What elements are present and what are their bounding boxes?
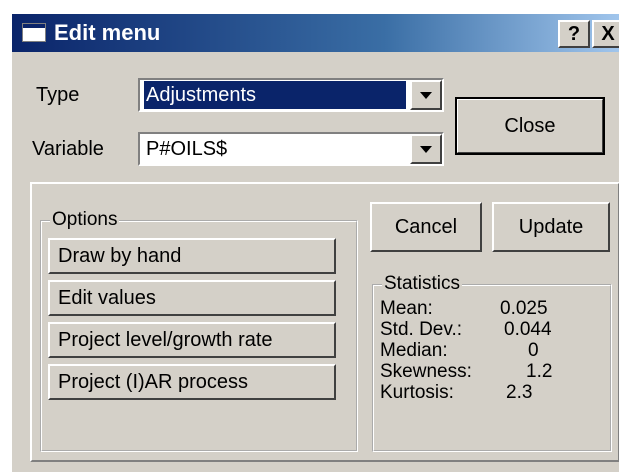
type-dropdown-value: Adjustments [144,81,406,109]
mean-label: Mean: [380,298,433,319]
project-level-growth-rate-button[interactable]: Project level/growth rate [48,322,336,358]
statistics-group: Statistics Mean: 0.025 Std. Dev.: 0.044 … [372,273,612,452]
type-dropdown[interactable]: Adjustments [138,78,444,112]
options-legend: Options [50,209,120,231]
variable-dropdown-value: P#OILS$ [146,138,228,160]
skewness-label: Skewness: [380,361,472,382]
statistics-legend: Statistics [382,273,463,295]
median-label: Median: [380,340,448,361]
cancel-button[interactable]: Cancel [370,202,482,252]
edit-values-button[interactable]: Edit values [48,280,336,316]
project-iar-process-button[interactable]: Project (I)AR process [48,364,336,400]
edit-menu-dialog: Edit menu ? X Type Adjustments Variable … [10,12,619,472]
median-value: 0 [528,340,539,361]
help-button[interactable]: ? [558,20,590,48]
mean-value: 0.025 [500,298,548,319]
variable-label: Variable [32,138,104,160]
window-title: Edit menu [54,20,161,45]
std-dev-value: 0.044 [504,319,552,340]
draw-by-hand-button[interactable]: Draw by hand [48,238,336,274]
options-group: Options Draw by hand Edit values Project… [40,209,358,452]
close-window-button[interactable]: X [592,20,619,48]
update-button[interactable]: Update [492,202,610,252]
skewness-value: 1.2 [526,361,553,382]
std-dev-label: Std. Dev.: [380,319,463,340]
window-icon [22,23,46,42]
close-button[interactable]: Close [455,97,605,155]
kurtosis-value: 2.3 [506,382,533,403]
variable-dropdown[interactable]: P#OILS$ [138,132,444,166]
title-bar[interactable]: Edit menu ? X [12,14,619,52]
options-panel: Options Draw by hand Edit values Project… [30,182,619,462]
chevron-down-icon[interactable] [410,134,442,164]
kurtosis-label: Kurtosis: [380,382,454,403]
chevron-down-icon[interactable] [410,80,442,110]
type-label: Type [36,84,80,106]
